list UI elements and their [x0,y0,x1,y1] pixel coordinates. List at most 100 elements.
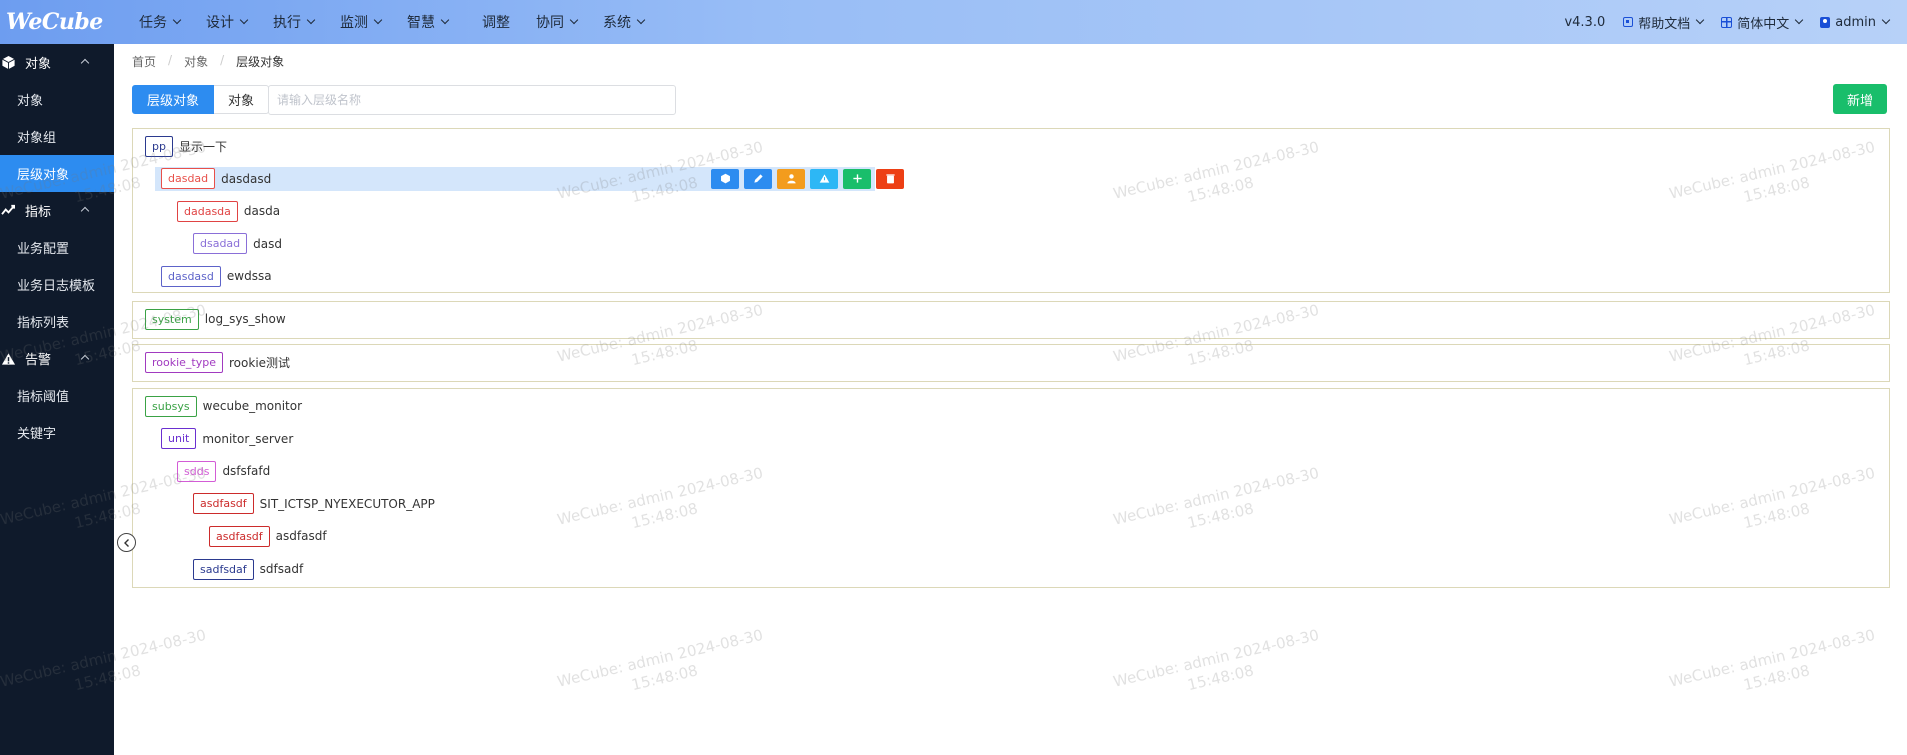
cube-icon [0,55,16,70]
edit-action-button[interactable] [744,168,772,189]
tree-card-1: system log_sys_show [132,301,1890,339]
tab-hierarchy-object[interactable]: 层级对象 [132,85,215,114]
node-name: wecube_monitor [202,399,303,413]
user-menu[interactable]: admin [1820,15,1891,30]
chevron-down-icon [1881,15,1891,25]
nav-item-label: 系统 [603,15,631,31]
sidebar-group-0[interactable]: 对象 [0,44,114,81]
tree-node-row[interactable]: dasdad dasdasd [155,166,904,191]
nav-item-label: 协同 [536,15,564,31]
cube-action-button[interactable] [711,168,739,189]
tree-node-row[interactable]: sadfsdaf sdfsadf [193,557,303,581]
sidebar-item-1-0[interactable]: 业务配置 [0,229,114,266]
tree-node-row[interactable]: asdfasdf SIT_ICTSP_NYEXECUTOR_APP [193,492,435,516]
breadcrumb-separator: / [220,53,225,67]
chevron-down-icon [636,15,646,25]
tree-node-row[interactable]: unit monitor_server [161,427,293,451]
warning-action-button[interactable] [810,168,838,189]
node-type-tag: dasdasd [161,265,221,287]
sidebar-item-0-2[interactable]: 层级对象 [0,155,114,192]
sidebar-group-label: 对象 [25,57,52,72]
nav-item-label: 智慧 [407,15,435,31]
chevron-down-icon [172,15,182,25]
sidebar-group-label: 指标 [25,205,52,220]
chevron-down-icon [306,15,316,25]
sidebar-group-label: 告警 [25,353,52,368]
node-name: monitor_server [202,431,294,446]
user-action-button[interactable] [777,168,805,189]
add-button[interactable]: 新增 [1833,84,1887,114]
sidebar-group-2[interactable]: 告警 [0,340,114,377]
tree-node-row[interactable]: asdfasdf asdfasdf [209,524,327,548]
tree-node-row[interactable]: system log_sys_show [145,307,286,331]
node-name: 显示一下 [178,139,227,154]
main-content: 首页 / 对象 / 层级对象 层级对象 对象 新增 pp显示一下 dasdadda… [114,44,1907,755]
nav-item-label: 设计 [206,15,234,31]
help-icon [1623,17,1634,27]
sidebar-group-1[interactable]: 指标 [0,192,114,229]
sidebar-item-1-1[interactable]: 业务日志模板 [0,266,114,303]
tree-node-row[interactable]: rookie_type rookie测试 [145,350,290,374]
chevron-down-icon [239,15,249,25]
node-type-tag: sdds [177,460,217,482]
node-name: dasd [253,236,283,251]
language-menu[interactable]: 简体中文 [1721,13,1804,32]
tree-node-row[interactable]: subsys wecube_monitor [145,394,302,418]
breadcrumb-object[interactable]: 对象 [184,53,208,70]
nav-item-6[interactable]: 协同 [523,0,590,44]
sidebar-item-1-2[interactable]: 指标列表 [0,303,114,340]
tab-object[interactable]: 对象 [214,85,270,114]
node-type-tag: dadasda [177,200,238,222]
sidebar-item-2-0[interactable]: 指标阈值 [0,377,114,414]
node-type-tag: subsys [145,395,197,417]
view-tabs: 层级对象 对象 [132,85,270,114]
row-action-buttons [711,168,904,189]
top-navbar: WeCube 任务 设计 执行 监测 智慧 调整 协同 系统 v4.3.0 帮助文档 简体中文… [0,0,1907,44]
node-type-tag: rookie_type [145,351,224,373]
tree-node-row[interactable]: dadasda dasda [177,199,280,223]
chevron-down-icon [569,15,579,25]
sidebar-item-0-1[interactable]: 对象组 [0,118,114,155]
nav-item-2[interactable]: 执行 [260,0,327,44]
user-icon [1820,16,1831,28]
tree-node-row[interactable]: dsadad dasd [193,232,282,256]
nav-item-1[interactable]: 设计 [193,0,260,44]
help-docs-label: 帮助文档 [1638,16,1691,32]
top-right-menu: v4.3.0 帮助文档 简体中文 admin [1564,0,1891,44]
nav-item-7[interactable]: 系统 [590,0,657,44]
sidebar-item-0-0[interactable]: 对象 [0,81,114,118]
plus-action-button[interactable] [843,168,871,189]
delete-action-button[interactable] [876,168,904,189]
node-type-tag: dsadad [193,233,248,255]
nav-item-4[interactable]: 智慧 [394,0,461,44]
version-label: v4.3.0 [1564,14,1606,30]
sidebar-item-2-1[interactable]: 关键字 [0,414,114,451]
node-name: SIT_ICTSP_NYEXECUTOR_APP [259,496,435,511]
node-name: dasdasd [221,171,272,186]
nav-item-label: 执行 [273,15,301,31]
chevron-down-icon [1795,15,1804,25]
node-name: ewdssa [226,269,272,284]
collapse-sidebar-button[interactable] [117,533,136,552]
breadcrumb: 首页 / 对象 / 层级对象 [132,53,284,70]
hierarchy-name-search-input[interactable] [268,85,676,115]
chevron-down-icon [373,15,383,25]
nav-item-0[interactable]: 任务 [126,0,193,44]
wecube-logo[interactable]: WeCube [0,0,108,44]
tree-node-row[interactable]: dasdasd ewdssa [161,264,272,288]
node-name: asdfasdf [275,529,327,544]
nav-item-3[interactable]: 监测 [327,0,394,44]
help-docs-menu[interactable]: 帮助文档 [1623,13,1705,32]
breadcrumb-current: 层级对象 [236,55,285,69]
breadcrumb-home[interactable]: 首页 [132,53,156,70]
node-name: log_sys_show [204,312,286,326]
node-type-tag: asdfasdf [209,525,270,547]
tree-node-row[interactable]: sdds dsfsfafd [177,459,270,483]
tree-node-row[interactable]: pp 显示一下 [145,134,227,158]
nav-item-label: 任务 [139,15,167,31]
node-name: dasda [243,204,281,219]
warning-icon [819,173,830,184]
nav-item-5[interactable]: 调整 [469,0,523,44]
chevron-up-icon [80,58,90,68]
tree-card-0: pp 显示一下 dasdad dasdasd dadasda dasda dsadad das… [132,128,1890,293]
